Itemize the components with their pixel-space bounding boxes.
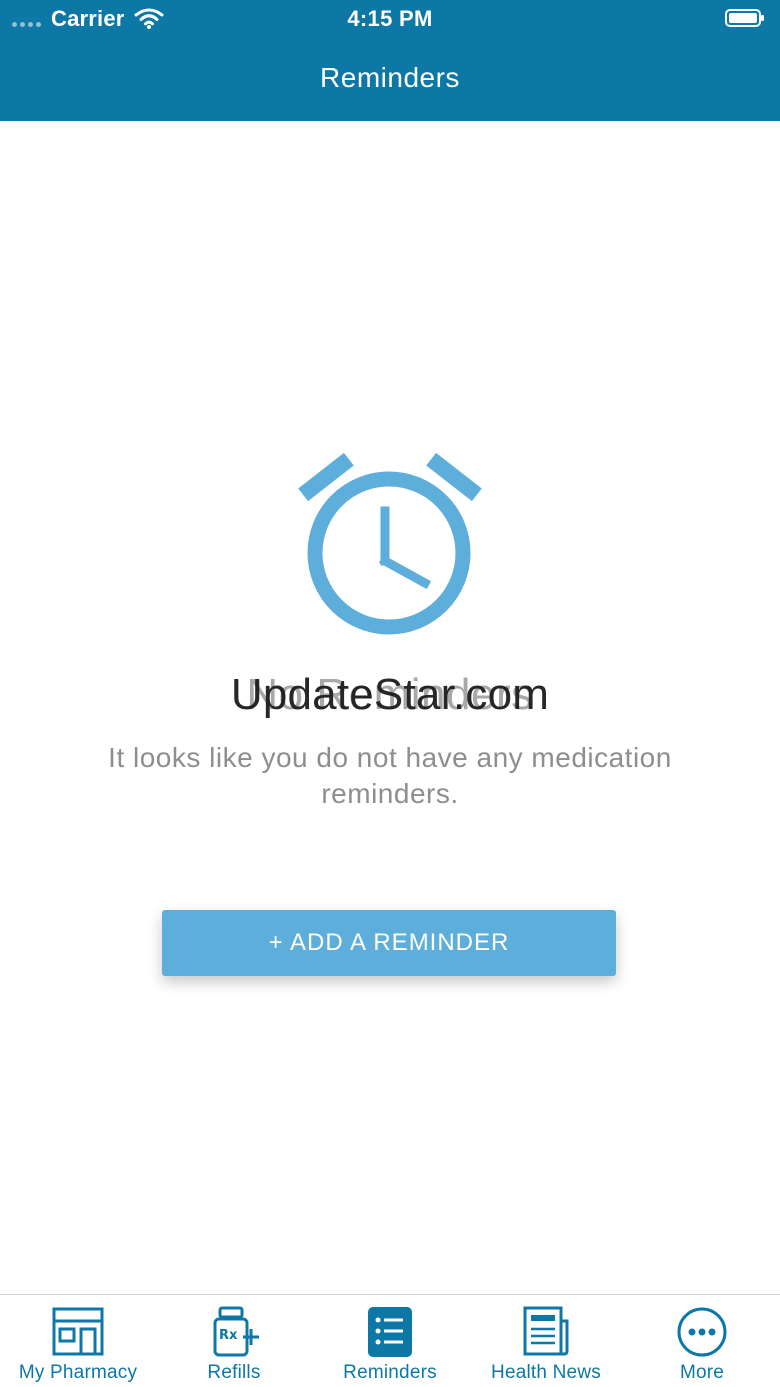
alarm-clock-icon [298, 452, 482, 635]
tab-label: Reminders [343, 1362, 437, 1383]
tab-health-news[interactable]: Health News [468, 1295, 624, 1387]
newspaper-icon [523, 1306, 569, 1356]
app-header: Carrier 4:15 PM Reminders [0, 0, 780, 121]
status-time: 4:15 PM [347, 6, 433, 31]
empty-title-area: No Reminders UpdateStar.com [0, 670, 780, 726]
rx-refill-icon: Rx [213, 1306, 259, 1357]
empty-subtitle: It looks like you do not have any medica… [108, 742, 672, 809]
tab-label: Health News [491, 1362, 601, 1383]
svg-text:Rx: Rx [219, 1328, 238, 1343]
tab-reminders[interactable]: Reminders [312, 1295, 468, 1387]
add-reminder-button[interactable]: + ADD A REMINDER [162, 910, 616, 976]
tab-bar: My Pharmacy Rx Refills Reminders Health … [0, 1294, 780, 1387]
tab-label: Refills [207, 1362, 261, 1383]
tab-label: More [679, 1362, 725, 1383]
tab-label: My Pharmacy [18, 1362, 138, 1383]
store-icon [52, 1307, 104, 1356]
battery-icon [725, 9, 764, 27]
tab-more[interactable]: More [624, 1295, 780, 1387]
page-title: Reminders [320, 62, 460, 93]
tab-my-pharmacy[interactable]: My Pharmacy [0, 1295, 156, 1387]
reminders-screen: Carrier 4:15 PM Reminders No Reminders U… [0, 0, 780, 1387]
more-icon [677, 1307, 727, 1357]
watermark-text: UpdateStar.com [230, 670, 550, 719]
tab-refills[interactable]: Rx Refills [156, 1295, 312, 1387]
status-bar: Carrier 4:15 PM [0, 0, 780, 40]
list-icon [368, 1307, 412, 1357]
